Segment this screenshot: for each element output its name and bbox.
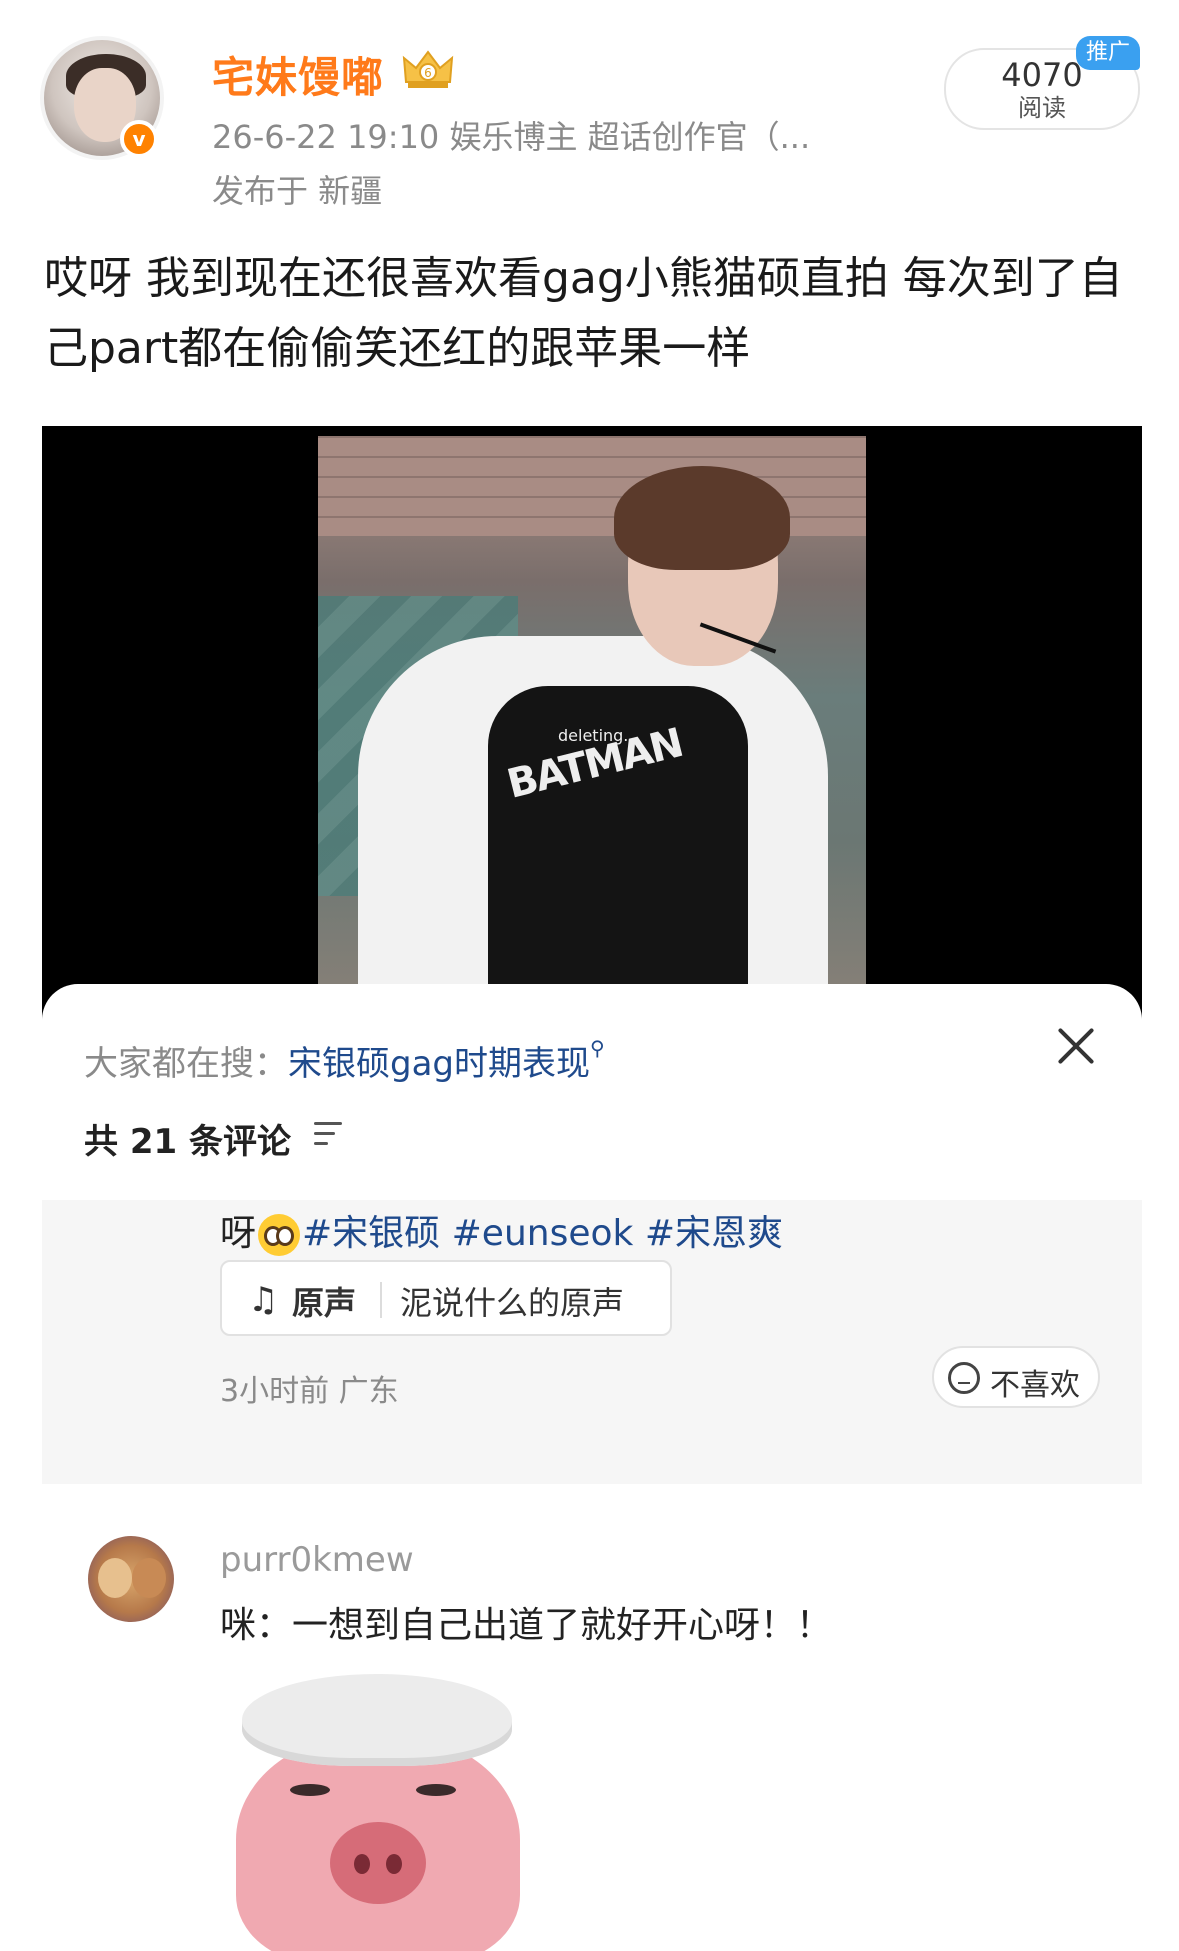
dislike-face-icon bbox=[948, 1362, 980, 1394]
promoted-tag: 推广 bbox=[1076, 36, 1140, 70]
comments-sheet: 大家都在搜：宋银硕gag时期表现⚲ 共 21 条评论 呀 #宋银硕 #eunseo… bbox=[42, 984, 1142, 1951]
post-meta: 26-6-22 19:10 娱乐博主 超话创作官（... bbox=[212, 118, 811, 156]
post-location: 发布于 新疆 bbox=[212, 172, 383, 210]
sticker-image[interactable] bbox=[220, 1674, 536, 1951]
hashtag[interactable]: #宋银硕 bbox=[302, 1213, 440, 1254]
commenter-name[interactable]: purr0kmew bbox=[220, 1540, 414, 1580]
author-avatar[interactable]: v bbox=[40, 36, 164, 160]
dislike-button[interactable]: 不喜欢 bbox=[932, 1346, 1100, 1408]
audio-label: 原声 bbox=[292, 1284, 357, 1322]
commenter-avatar[interactable] bbox=[88, 1536, 174, 1622]
pleading-emoji-icon bbox=[258, 1214, 301, 1256]
video-frame: BATMAN deleting... bbox=[318, 436, 866, 1016]
sticker-nose bbox=[330, 1822, 426, 1904]
comment-count: 共 21 条评论 bbox=[84, 1122, 291, 1162]
search-term[interactable]: 宋银硕gag时期表现 bbox=[288, 1044, 590, 1084]
sticker-eye bbox=[290, 1784, 330, 1796]
search-prefix: 大家都在搜： bbox=[84, 1044, 288, 1084]
comment-text: 呀 #宋银硕 #eunseok #宋恩爽 bbox=[220, 1204, 783, 1256]
verified-icon: v bbox=[120, 120, 158, 158]
dislike-label: 不喜欢 bbox=[990, 1368, 1080, 1403]
video-overlay-text: deleting... bbox=[558, 726, 639, 745]
search-icon: ⚲ bbox=[590, 1036, 605, 1060]
avatar-bear bbox=[132, 1558, 166, 1598]
close-icon[interactable] bbox=[1052, 1022, 1100, 1070]
video-player[interactable]: BATMAN deleting... bbox=[42, 426, 1142, 1026]
comment-text-prefix: 呀 bbox=[220, 1213, 257, 1254]
svg-text:6: 6 bbox=[424, 66, 432, 80]
avatar-bear bbox=[98, 1558, 132, 1598]
highlighted-comment: 呀 #宋银硕 #eunseok #宋恩爽 ♫ 原声 泥说什么的原声 3小时前 广东… bbox=[42, 1200, 1142, 1484]
sticker-hat bbox=[242, 1674, 512, 1766]
audio-chip[interactable]: ♫ 原声 泥说什么的原声 bbox=[220, 1260, 672, 1336]
sticker-eye bbox=[416, 1784, 456, 1796]
author-name[interactable]: 宅妹馒嘟 bbox=[212, 44, 384, 105]
person-hair bbox=[614, 466, 790, 570]
comment-time-location: 3小时前 广东 bbox=[220, 1374, 399, 1409]
filter-icon[interactable] bbox=[314, 1122, 342, 1148]
hashtag[interactable]: #eunseok bbox=[452, 1213, 634, 1254]
divider bbox=[380, 1282, 382, 1318]
music-note-icon: ♫ bbox=[248, 1280, 279, 1320]
hashtag[interactable]: #宋恩爽 bbox=[645, 1213, 783, 1254]
comment-text: 咪：一想到自己出道了就好开心呀！！ bbox=[220, 1605, 833, 1646]
audio-title: 泥说什么的原声 bbox=[400, 1284, 625, 1322]
read-count-label: 阅读 bbox=[1018, 94, 1066, 122]
post-text: 哎呀 我到现在还很喜欢看gag小熊猫硕直拍 每次到了自己part都在偷偷笑还红的… bbox=[44, 253, 1123, 374]
trending-search[interactable]: 大家都在搜：宋银硕gag时期表现⚲ bbox=[84, 1036, 605, 1085]
crown-icon: 6 bbox=[402, 50, 454, 88]
